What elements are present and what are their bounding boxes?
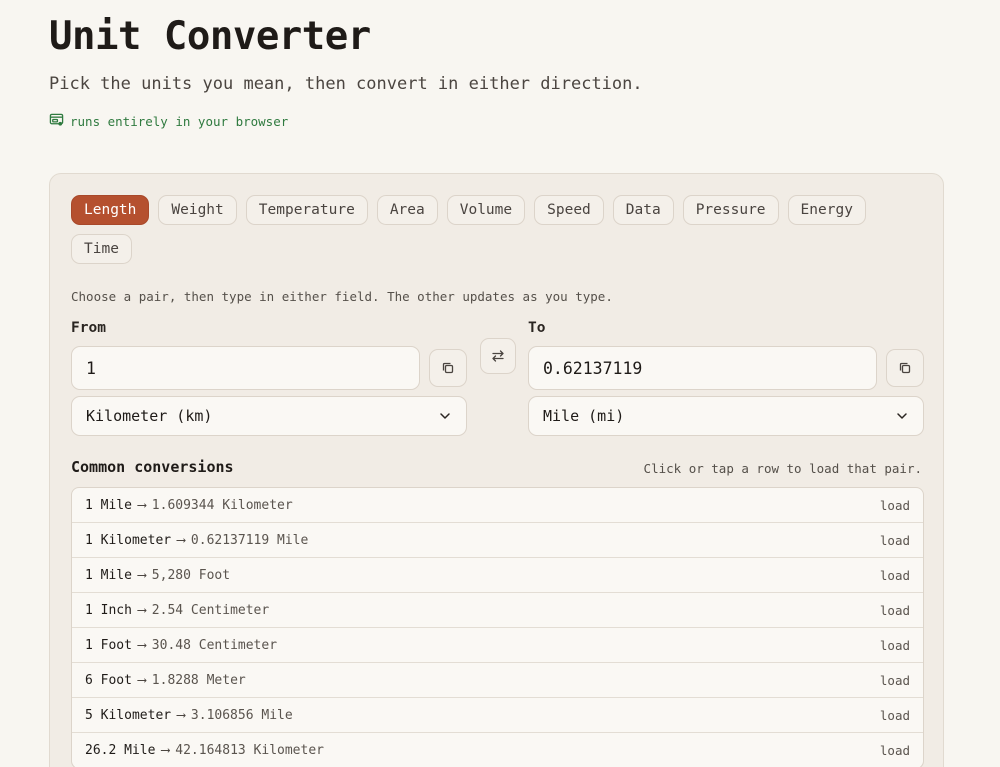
- converter-hint: Choose a pair, then type in either field…: [71, 289, 613, 304]
- common-conversions-list: 1 Mile ⟶ 1.609344 Kilometer load 1 Kilometer…: [71, 487, 924, 767]
- conversion-from: 1 Mile: [85, 497, 132, 513]
- conversion-to: 1.8288 Meter: [151, 672, 246, 688]
- conversion-from: 5 Kilometer: [85, 707, 172, 723]
- conversion-row[interactable]: 5 Kilometer ⟶ 3.106856 Mile load: [72, 698, 923, 733]
- page-subtitle: Pick the units you mean, then convert in…: [49, 74, 643, 94]
- chevron-down-icon: [895, 409, 909, 423]
- conversion-from: 1 Kilometer: [85, 532, 172, 548]
- tab-weight[interactable]: Weight: [158, 195, 237, 225]
- to-input[interactable]: 0.62137119: [528, 346, 877, 390]
- swap-button[interactable]: [480, 338, 516, 374]
- conversion-text: 6 Foot ⟶ 1.8288 Meter: [85, 673, 246, 688]
- arrow-right-icon: ⟶: [137, 602, 146, 618]
- load-link[interactable]: load: [880, 673, 910, 688]
- conversion-to: 3.106856 Mile: [190, 707, 293, 723]
- category-tabs: Length Weight Temperature Area Volume Speed Da…: [71, 195, 911, 264]
- arrow-right-icon: ⟶: [137, 567, 146, 583]
- load-link[interactable]: load: [880, 743, 910, 758]
- arrow-right-icon: ⟶: [177, 707, 185, 723]
- conversion-row[interactable]: 1 Foot ⟶ 30.48 Centimeter load: [72, 628, 923, 663]
- to-unit-select[interactable]: Mile (mi): [528, 396, 924, 436]
- tab-energy[interactable]: Energy: [787, 195, 866, 225]
- copy-icon: [898, 361, 912, 375]
- common-conversions-title: Common conversions: [71, 458, 234, 476]
- to-label: To: [528, 320, 546, 336]
- tab-time[interactable]: Time: [71, 234, 132, 264]
- conversion-row[interactable]: 1 Mile ⟶ 1.609344 Kilometer load: [72, 488, 923, 523]
- from-unit-select[interactable]: Kilometer (km): [71, 396, 467, 436]
- conversion-text: 26.2 Mile ⟶ 42.164813 Kilometer: [85, 743, 324, 758]
- chevron-down-icon: [438, 409, 452, 423]
- conversion-from: 1 Foot: [85, 637, 132, 653]
- copy-icon: [441, 361, 455, 375]
- load-link[interactable]: load: [880, 568, 910, 583]
- load-link[interactable]: load: [880, 708, 910, 723]
- conversion-text: 1 Kilometer ⟶ 0.62137119 Mile: [85, 533, 308, 548]
- load-link[interactable]: load: [880, 603, 910, 618]
- conversion-text: 1 Inch ⟶ 2.54 Centimeter: [85, 603, 269, 618]
- tab-area[interactable]: Area: [376, 195, 438, 225]
- to-unit-value: Mile (mi): [543, 407, 625, 425]
- page-title: Unit Converter: [49, 14, 371, 59]
- conversion-text: 1 Mile ⟶ 1.609344 Kilometer: [85, 498, 293, 513]
- conversion-to: 5,280 Foot: [151, 567, 231, 583]
- conversion-from: 1 Inch: [85, 602, 132, 618]
- conversion-row[interactable]: 6 Foot ⟶ 1.8288 Meter load: [72, 663, 923, 698]
- local-badge: runs entirely in your browser: [49, 112, 288, 132]
- conversion-to: 1.609344 Kilometer: [151, 497, 293, 513]
- from-unit-value: Kilometer (km): [86, 407, 213, 425]
- tab-pressure[interactable]: Pressure: [682, 195, 779, 225]
- tab-length[interactable]: Length: [71, 195, 150, 225]
- arrow-right-icon: ⟶: [137, 637, 146, 653]
- arrow-right-icon: ⟶: [177, 532, 185, 548]
- conversion-to: 2.54 Centimeter: [151, 602, 270, 618]
- conversion-row[interactable]: 1 Kilometer ⟶ 0.62137119 Mile load: [72, 523, 923, 558]
- conversion-text: 1 Mile ⟶ 5,280 Foot: [85, 568, 230, 583]
- common-conversions-hint: Click or tap a row to load that pair.: [643, 461, 922, 476]
- tab-temperature[interactable]: Temperature: [245, 195, 368, 225]
- copy-to-button[interactable]: [886, 349, 924, 387]
- copy-from-button[interactable]: [429, 349, 467, 387]
- from-label: From: [71, 320, 106, 336]
- conversion-from: 1 Mile: [85, 567, 132, 583]
- arrow-right-icon: ⟶: [137, 672, 146, 688]
- conversion-from: 26.2 Mile: [85, 742, 156, 758]
- conversion-to: 42.164813 Kilometer: [175, 742, 324, 758]
- conversion-row[interactable]: 26.2 Mile ⟶ 42.164813 Kilometer load: [72, 733, 923, 767]
- from-input[interactable]: 1: [71, 346, 420, 390]
- arrow-right-icon: ⟶: [161, 742, 170, 758]
- conversion-text: 1 Foot ⟶ 30.48 Centimeter: [85, 638, 277, 653]
- conversion-from: 6 Foot: [85, 672, 132, 688]
- browser-icon: [49, 112, 64, 132]
- load-link[interactable]: load: [880, 638, 910, 653]
- conversion-row[interactable]: 1 Mile ⟶ 5,280 Foot load: [72, 558, 923, 593]
- tab-volume[interactable]: Volume: [446, 195, 526, 225]
- conversion-text: 5 Kilometer ⟶ 3.106856 Mile: [85, 708, 293, 723]
- unit-converter-page: Unit Converter Pick the units you mean, …: [0, 0, 1000, 767]
- tab-speed[interactable]: Speed: [534, 195, 604, 225]
- arrow-right-icon: ⟶: [137, 497, 146, 513]
- converter-card: Length Weight Temperature Area Volume Speed Da…: [49, 173, 944, 767]
- load-link[interactable]: load: [880, 498, 910, 513]
- conversion-row[interactable]: 1 Inch ⟶ 2.54 Centimeter load: [72, 593, 923, 628]
- tab-data[interactable]: Data: [612, 195, 674, 225]
- local-badge-text: runs entirely in your browser: [70, 114, 289, 129]
- load-link[interactable]: load: [880, 533, 910, 548]
- swap-arrows-icon: [491, 349, 505, 363]
- conversion-to: 30.48 Centimeter: [151, 637, 278, 653]
- conversion-to: 0.62137119 Mile: [190, 532, 309, 548]
